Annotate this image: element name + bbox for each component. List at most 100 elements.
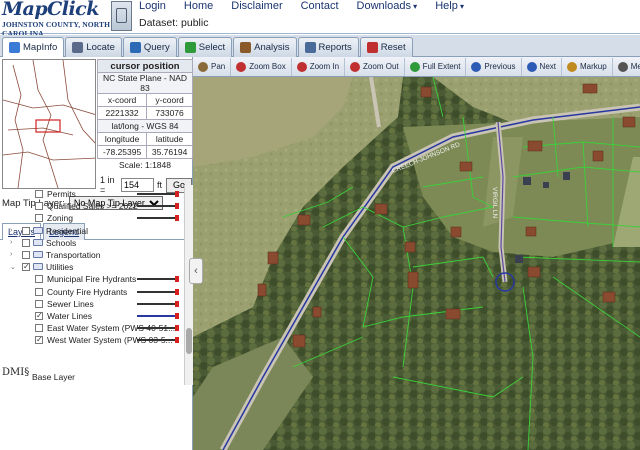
- tool-pan[interactable]: Pan: [193, 57, 232, 76]
- layer-checkbox[interactable]: [22, 226, 30, 235]
- layer-row[interactable]: Sewer Lines: [0, 299, 184, 311]
- tab-reset[interactable]: Reset: [359, 37, 413, 57]
- tab-reports[interactable]: Reports: [297, 37, 359, 57]
- full-extent-icon: [409, 61, 420, 72]
- layer-row[interactable]: West Water System (PWS 03-5...: [0, 335, 184, 347]
- latitude-value: 35.76194: [146, 145, 193, 159]
- layer-checkbox[interactable]: [35, 275, 43, 284]
- overview-map-drawing: [3, 60, 95, 188]
- longitude-label: longitude: [96, 132, 148, 146]
- road-label-virgil: VIRGIL LN: [491, 187, 498, 218]
- scrollbar-thumb[interactable]: [186, 328, 192, 354]
- layer-list-scrollbar[interactable]: [184, 185, 193, 385]
- layer-checkbox[interactable]: [35, 214, 43, 223]
- nav-downloads[interactable]: Downloads: [357, 0, 418, 14]
- county-seal-icon: [111, 1, 132, 31]
- layer-checkbox[interactable]: [22, 262, 30, 272]
- layer-symbol-icon: [137, 337, 179, 344]
- layer-list: Permits Qualified Sales >= 2022 Zoning › Res…: [0, 185, 184, 385]
- reset-icon: [366, 42, 378, 53]
- nav-help[interactable]: Help: [435, 0, 464, 14]
- nav-home[interactable]: Home: [184, 0, 213, 14]
- expand-icon[interactable]: ›: [10, 239, 12, 246]
- longitude-value: -78.25395: [96, 145, 148, 159]
- zoom-in-icon: [296, 61, 307, 72]
- previous-icon: [471, 61, 482, 72]
- dmis-logo: DMI§: [2, 367, 30, 378]
- layer-label: Permits: [47, 189, 76, 199]
- tool-label: Zoom Box: [249, 62, 286, 71]
- layer-label: Water Lines: [47, 310, 93, 321]
- tool-zoom-in[interactable]: Zoom In: [292, 57, 346, 76]
- tool-measure[interactable]: Measure: [613, 58, 640, 76]
- logo[interactable]: MapClick JOHNSTON COUNTY, NORTH CAROLINA: [2, 0, 110, 38]
- collapse-icon[interactable]: ⌄: [10, 263, 16, 271]
- layer-checkbox[interactable]: [22, 238, 30, 247]
- ycoord-label: y-coord: [146, 93, 193, 107]
- layer-row[interactable]: Municipal Fire Hydrants: [0, 274, 184, 286]
- layer-row[interactable]: Permits: [0, 189, 184, 201]
- layer-checkbox[interactable]: [22, 250, 30, 259]
- layer-row[interactable]: Qualified Sales >= 2022: [0, 201, 184, 213]
- collapse-panel-button[interactable]: ‹: [189, 258, 203, 284]
- tool-zoom-box[interactable]: Zoom Box: [231, 57, 292, 76]
- top-nav: Login Home Disclaimer Contact Downloads …: [139, 0, 482, 14]
- layer-row[interactable]: ⌄ Utilities: [0, 262, 184, 274]
- tab-analysis[interactable]: Analysis: [233, 37, 297, 57]
- zoom-out-icon: [350, 61, 361, 72]
- expand-icon[interactable]: ›: [10, 227, 12, 234]
- folder-icon: [33, 238, 43, 246]
- latitude-label: latitude: [146, 132, 193, 146]
- tab-locate[interactable]: Locate: [65, 37, 122, 57]
- tab-query[interactable]: Query: [122, 37, 177, 57]
- tool-previous[interactable]: Previous: [466, 57, 522, 76]
- header: MapClick JOHNSTON COUNTY, NORTH CAROLINA…: [0, 0, 640, 38]
- layer-checkbox[interactable]: [35, 190, 43, 198]
- nav-login[interactable]: Login: [139, 0, 166, 14]
- folder-icon: [33, 226, 43, 234]
- wgs-label: lat/long - WGS 84: [97, 119, 193, 133]
- tool-label: Zoom In: [309, 62, 340, 71]
- analysis-icon: [240, 42, 252, 53]
- layer-row[interactable]: East Water System (PWS 40-51...: [0, 323, 184, 335]
- tool-label: Next: [539, 62, 556, 71]
- tool-label: Previous: [484, 62, 516, 71]
- layer-checkbox[interactable]: [35, 324, 43, 333]
- layer-checkbox[interactable]: [35, 299, 43, 308]
- tool-label: Markup: [580, 62, 607, 71]
- layer-row[interactable]: Zoning: [0, 213, 184, 225]
- layer-symbol-icon: [137, 312, 179, 319]
- cursor-position-table: cursor position NC State Plane - NAD 83 …: [96, 59, 193, 159]
- layer-symbol-icon: [137, 325, 179, 332]
- layer-checkbox[interactable]: [35, 335, 43, 345]
- dataset-label: Dataset: public: [139, 17, 209, 29]
- overview-map[interactable]: [2, 59, 96, 189]
- map-view[interactable]: CREECH-JOHNSON RD VIRGIL LN: [193, 77, 640, 450]
- query-icon: [129, 42, 141, 53]
- tool-full-extent[interactable]: Full Extent: [405, 57, 467, 76]
- tool-zoom-out[interactable]: Zoom Out: [345, 57, 405, 76]
- layer-row[interactable]: › Transportation: [0, 250, 184, 262]
- tab-mapinfo[interactable]: MapInfo: [2, 37, 65, 57]
- layer-symbol-icon: [137, 300, 179, 307]
- ycoord-value: 733076: [146, 106, 193, 120]
- tool-next[interactable]: Next: [522, 57, 562, 76]
- tab-select[interactable]: Select: [177, 37, 233, 57]
- plane-label: NC State Plane - NAD 83: [97, 72, 193, 94]
- layer-checkbox[interactable]: [35, 202, 43, 211]
- markup-icon: [567, 61, 577, 72]
- cursor-title: cursor position: [97, 59, 193, 73]
- expand-icon[interactable]: ›: [10, 251, 12, 258]
- tool-label: Full Extent: [422, 62, 461, 71]
- tool-markup[interactable]: Markup: [562, 57, 613, 76]
- layer-row[interactable]: › Residential: [0, 226, 184, 238]
- nav-contact[interactable]: Contact: [301, 0, 339, 14]
- layer-label: County Fire Hydrants: [47, 286, 128, 297]
- xcoord-label: x-coord: [96, 93, 148, 107]
- nav-disclaimer[interactable]: Disclaimer: [231, 0, 282, 14]
- layer-row[interactable]: County Fire Hydrants: [0, 287, 184, 299]
- layer-row[interactable]: › Schools: [0, 238, 184, 250]
- layer-row[interactable]: Water Lines: [0, 311, 184, 323]
- layer-checkbox[interactable]: [35, 287, 43, 296]
- layer-checkbox[interactable]: [35, 311, 43, 320]
